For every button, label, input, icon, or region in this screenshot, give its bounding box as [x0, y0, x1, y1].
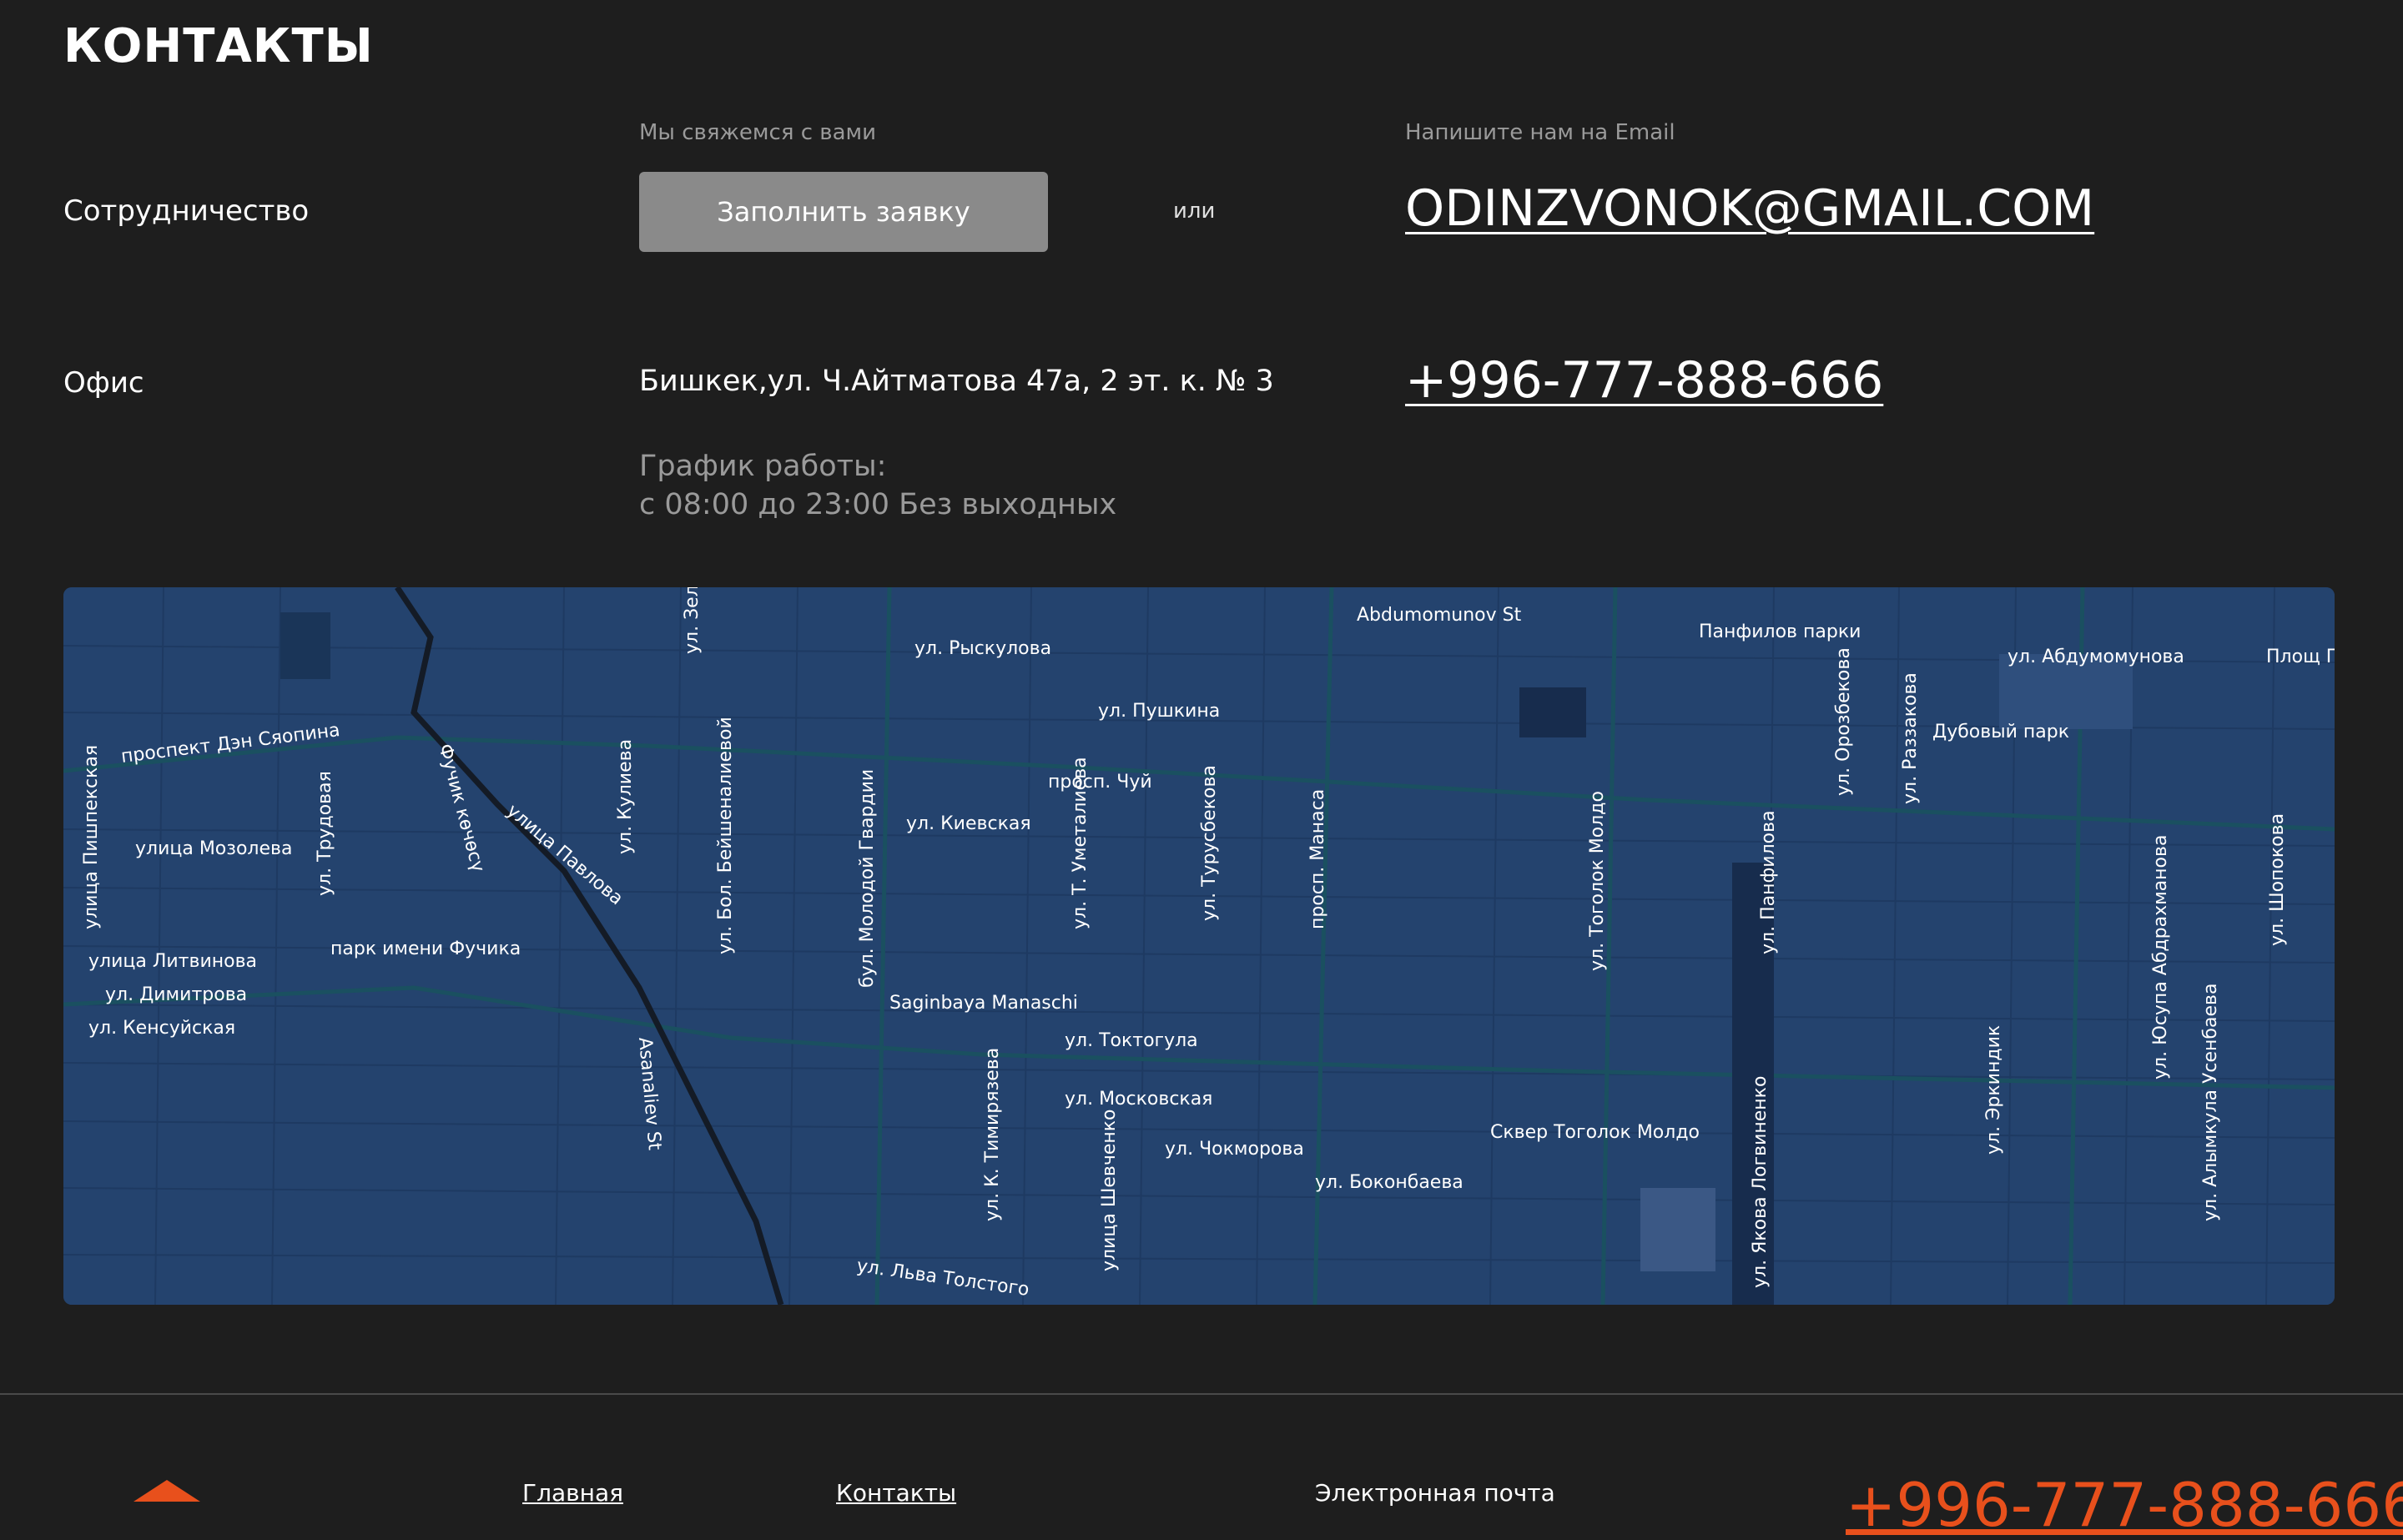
map-label: ул. Бол. Бейшеналиевой — [715, 717, 736, 954]
working-hours-value: с 08:00 до 23:00 Без выходных — [639, 488, 1117, 521]
map-label: ул. Московская — [1065, 1089, 1212, 1110]
working-hours: График работы: с 08:00 до 23:00 Без выхо… — [639, 447, 1116, 524]
map-label: ул. Алымкула Усенбаева — [2200, 984, 2221, 1221]
map-label: ул. Тоголок Молдо — [1587, 791, 1608, 971]
map-label: ул. Раззакова — [1900, 672, 1921, 804]
map-label: ул. Боконбаева — [1315, 1172, 1463, 1193]
map-label: бул. Молодой Гвардии — [857, 769, 878, 988]
phone-link[interactable]: +996-777-888-666 — [1405, 355, 1883, 405]
map-label: ул. Димитрова — [105, 984, 247, 1005]
footer-divider — [0, 1393, 2403, 1395]
map-label: Панфилов парки — [1699, 622, 1861, 642]
map-label: ул. Абдумомунова — [2008, 647, 2184, 667]
page-title: КОНТАКТЫ — [63, 19, 374, 73]
map-label: ул. К. Тимирязева — [982, 1048, 1003, 1221]
map-label: Сквер Тоголок Молдо — [1490, 1122, 1700, 1143]
map-label: ул. Рыскулова — [914, 638, 1051, 659]
map-label: парк имени Фучика — [330, 939, 521, 959]
map-label: ул. Эркиндик — [1983, 1025, 2004, 1155]
map-label: просп. Манаса — [1307, 789, 1328, 929]
map-label: ул. Якова Логвиненко — [1750, 1076, 1771, 1288]
map-label: Saginbaya Manaschi — [889, 993, 1078, 1014]
map-label: ул. Чокморова — [1165, 1139, 1304, 1160]
footer-phone-link[interactable]: +996-777-888-666 — [1846, 1475, 2403, 1535]
contact-hint: Мы свяжемся с вами — [639, 120, 877, 145]
fill-application-button[interactable]: Заполнить заявку — [639, 172, 1048, 252]
map-label: Площ Побе — [2266, 647, 2335, 667]
map-label: улица Мозолева — [135, 838, 292, 859]
or-separator: или — [1173, 199, 1216, 224]
map-label: ул. Зеленая — [682, 587, 703, 654]
office-label: Офис — [63, 366, 144, 400]
map-label: ул. Токтогула — [1065, 1030, 1198, 1051]
map-label: ул. Панфилова — [1758, 810, 1779, 954]
logo-icon — [134, 1480, 200, 1502]
map-block — [1519, 687, 1586, 737]
cooperation-label: Сотрудничество — [63, 194, 310, 228]
map-label: улица Литвинова — [88, 951, 257, 972]
map-label: ул. Юсупа Абдрахманова — [2150, 835, 2171, 1080]
map-label: ул. Т. Уметалиева — [1070, 757, 1091, 929]
email-hint: Напишите нам на Email — [1405, 120, 1675, 145]
map-label: ул. Кенсуйская — [88, 1018, 235, 1039]
map-canvas[interactable]: проспект Дэн Сяопина просп. Чуй ул. Рыск… — [63, 587, 2335, 1305]
map-label: ул. Орозбекова — [1833, 647, 1854, 796]
working-hours-title: График работы: — [639, 450, 887, 483]
map-label: ул. Шопокова — [2267, 813, 2288, 946]
email-link[interactable]: ODINZVONOK@GMAIL.COM — [1405, 184, 2094, 234]
office-address: Бишкек,ул. Ч.Айтматова 47а, 2 эт. к. № 3 — [639, 365, 1274, 398]
map-label: улица Пишпекская — [81, 745, 102, 929]
map-label: ул. Трудовая — [315, 771, 335, 896]
map-label: улица Шевченко — [1099, 1109, 1120, 1271]
map-label: ул. Турусбекова — [1199, 765, 1220, 921]
map-label: Abdumomunov St — [1357, 605, 1522, 626]
map-label: Дубовый парк — [1932, 722, 2069, 742]
map-label: ул. Пушкина — [1098, 701, 1220, 722]
map-label: просп. Чуй — [1048, 772, 1152, 793]
map[interactable]: проспект Дэн Сяопина просп. Чуй ул. Рыск… — [63, 587, 2335, 1305]
map-label: ул. Кулиева — [615, 739, 636, 854]
map-park — [1640, 1188, 1715, 1271]
map-block — [280, 612, 330, 679]
map-label: ул. Киевская — [906, 813, 1031, 834]
